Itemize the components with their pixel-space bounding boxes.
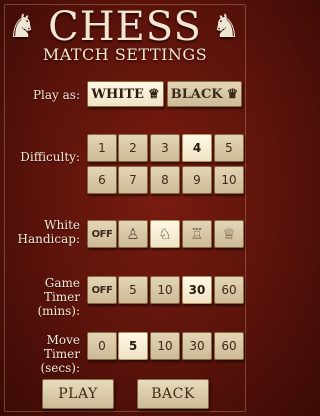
difficulty-option-9[interactable]: 9 — [182, 166, 212, 194]
handicap-option-queen[interactable]: ♕ — [214, 220, 244, 248]
play-button[interactable]: PLAY — [42, 379, 114, 409]
move-timer-option-30[interactable]: 30 — [182, 332, 212, 360]
game-timer-option-10[interactable]: 10 — [150, 276, 180, 304]
play-white-button[interactable]: WHITE ♕ — [87, 81, 164, 107]
page-title: MATCH SETTINGS — [42, 45, 208, 64]
pawn-icon: ♙ — [126, 225, 140, 243]
game-timer-option-5[interactable]: 5 — [118, 276, 148, 304]
difficulty-option-5[interactable]: 5 — [214, 134, 244, 162]
handicap-option-pawn[interactable]: ♙ — [118, 220, 148, 248]
move-timer-option-5[interactable]: 5 — [118, 332, 148, 360]
game-timer-label-line1: Game Timer — [43, 276, 80, 304]
game-timer-option-30[interactable]: 30 — [182, 276, 212, 304]
handicap-option-off[interactable]: OFF — [87, 220, 117, 248]
difficulty-option-7[interactable]: 7 — [118, 166, 148, 194]
handicap-option-knight[interactable]: ♘ — [150, 220, 180, 248]
back-button[interactable]: BACK — [137, 379, 209, 409]
play-as-label: Play as: — [32, 88, 80, 102]
game-timer-label-line2: (mins): — [37, 304, 80, 318]
difficulty-option-3[interactable]: 3 — [150, 134, 180, 162]
knight-icon-right: ♞ — [211, 7, 241, 45]
play-black-button[interactable]: BLACK ♛ — [167, 81, 242, 107]
difficulty-option-8[interactable]: 8 — [150, 166, 180, 194]
game-timer-option-off[interactable]: OFF — [87, 276, 117, 304]
handicap-option-rook[interactable]: ♖ — [182, 220, 212, 248]
play-black-label: BLACK — [170, 86, 223, 102]
difficulty-option-2[interactable]: 2 — [118, 134, 148, 162]
difficulty-option-10[interactable]: 10 — [214, 166, 244, 194]
black-queen-icon: ♛ — [226, 86, 239, 102]
move-timer-label-line1: Move Timer — [43, 333, 80, 361]
difficulty-option-1[interactable]: 1 — [87, 134, 117, 162]
move-timer-label-line2: (secs): — [40, 361, 80, 375]
handicap-label: White Handicap: — [10, 218, 80, 246]
move-timer-option-60[interactable]: 60 — [214, 332, 244, 360]
difficulty-option-4[interactable]: 4 — [182, 134, 212, 162]
knight-icon: ♘ — [158, 225, 172, 243]
difficulty-option-6[interactable]: 6 — [87, 166, 117, 194]
handicap-label-line1: White — [44, 218, 80, 232]
queen-icon: ♕ — [222, 225, 236, 243]
white-queen-icon: ♕ — [147, 86, 160, 102]
game-timer-label: Game Timer (mins): — [10, 276, 80, 318]
move-timer-label: Move Timer (secs): — [10, 333, 80, 375]
handicap-label-line2: Handicap: — [17, 232, 80, 246]
rook-icon: ♖ — [190, 225, 204, 243]
game-timer-option-60[interactable]: 60 — [214, 276, 244, 304]
play-white-label: WHITE — [91, 86, 144, 102]
difficulty-label: Difficulty: — [20, 150, 80, 164]
move-timer-option-10[interactable]: 10 — [150, 332, 180, 360]
move-timer-option-0[interactable]: 0 — [87, 332, 117, 360]
